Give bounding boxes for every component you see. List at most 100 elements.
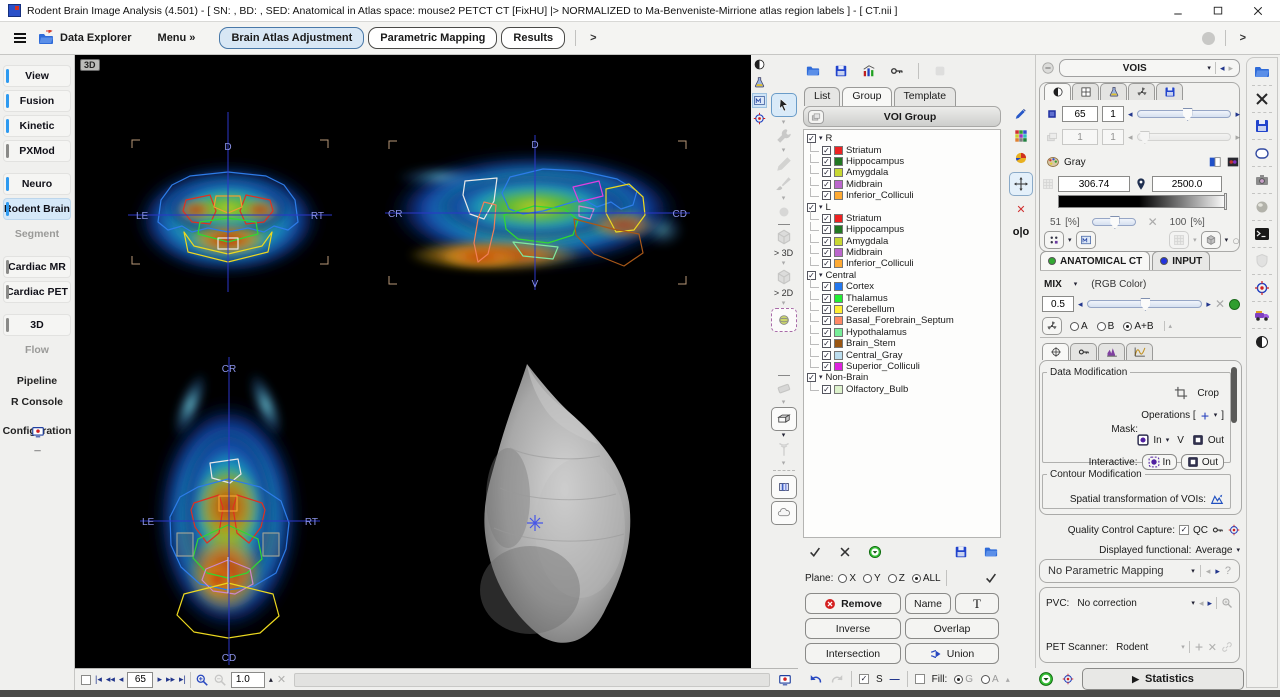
checkbox-icon[interactable]: ✓ <box>822 351 831 360</box>
slice-number-input[interactable] <box>127 672 153 688</box>
zoom-level-input[interactable] <box>231 672 265 688</box>
voi-item-row[interactable]: ✓Hippocampus <box>807 224 1000 235</box>
blend-caret[interactable]: ▴ <box>1169 322 1173 330</box>
configuration-icon[interactable] <box>31 425 45 439</box>
checkbox-icon[interactable]: ✓ <box>822 328 831 337</box>
expander-icon[interactable]: ▾ <box>819 204 823 211</box>
voi-item-row[interactable]: ✓Hypothalamus <box>807 327 1000 338</box>
sagittal-view[interactable]: D CR CD V <box>385 135 690 290</box>
clear-window-icon[interactable]: ✕ <box>1148 215 1158 229</box>
tab-save-view[interactable] <box>1156 83 1183 100</box>
voi-statistics-icon[interactable] <box>862 64 876 78</box>
checkbox-icon[interactable]: ✓ <box>822 237 831 246</box>
data-explorer-button[interactable]: Data Explorer <box>38 30 132 46</box>
slice-input[interactable] <box>1062 106 1098 122</box>
tab-crosshair-tools[interactable] <box>1042 343 1069 360</box>
label-map-icon[interactable] <box>1014 128 1029 143</box>
frame-icon[interactable] <box>1254 145 1270 161</box>
transfer-icon[interactable] <box>1254 307 1270 323</box>
sidebar-item-kinetic[interactable]: Kinetic <box>4 116 70 136</box>
checkbox-icon[interactable]: ✓ <box>822 180 831 189</box>
sidebar-item-pipeline[interactable]: Pipeline <box>4 373 70 389</box>
grow-3d-tool[interactable] <box>775 228 793 246</box>
eraser-tool[interactable] <box>775 379 793 397</box>
first-slice-button[interactable]: |◂ <box>95 674 102 685</box>
prev-slice-button[interactable]: ◂ <box>119 674 124 685</box>
slice-step-input[interactable] <box>1102 106 1124 122</box>
zoom-out-icon[interactable] <box>213 673 227 687</box>
voi-item-row[interactable]: ✓Olfactory_Bulb <box>807 384 1000 395</box>
volume-step-input[interactable] <box>1102 129 1124 145</box>
close-button[interactable] <box>1252 5 1264 17</box>
pvc-value[interactable]: No correction <box>1077 598 1187 609</box>
interpolate-tool[interactable] <box>771 475 797 499</box>
colormap-value[interactable]: Gray <box>1064 157 1086 168</box>
tool-caret[interactable]: ▾ <box>782 299 786 307</box>
pet-scanner-value[interactable]: Rodent <box>1116 642 1148 653</box>
tool-caret[interactable]: ▾ <box>782 398 786 406</box>
functional-value[interactable]: Average <box>1195 545 1232 556</box>
show-contours-checkbox[interactable]: ✓ <box>859 674 869 684</box>
tab-brain-atlas-adjustment[interactable]: Brain Atlas Adjustment <box>219 27 364 49</box>
voi-tab-group[interactable]: Group <box>842 87 891 106</box>
blend-option-a-b[interactable]: A+B <box>1123 321 1153 332</box>
sidebar-item-cardiac-pet[interactable]: Cardiac PET <box>4 282 70 302</box>
voi-tab-list[interactable]: List <box>804 87 840 106</box>
checkbox-icon[interactable]: ✓ <box>822 294 831 303</box>
interactive-out-button[interactable]: Out <box>1181 454 1224 470</box>
tab-parametric-mapping[interactable]: Parametric Mapping <box>368 27 497 49</box>
eraser-3d-tool[interactable] <box>771 407 797 431</box>
sidebar-item-flow[interactable]: Flow <box>4 340 70 360</box>
checkbox-icon[interactable]: ✓ <box>822 305 831 314</box>
remove-button[interactable]: Remove <box>805 593 901 614</box>
sidebar-item-3d[interactable]: 3D <box>4 315 70 335</box>
sidebar-item-cardiac-mr[interactable]: Cardiac MR <box>4 257 70 277</box>
invert-lut-icon[interactable] <box>1208 155 1222 169</box>
mask-in-label[interactable]: In <box>1153 435 1161 446</box>
console-icon[interactable] <box>1254 226 1270 242</box>
union-button[interactable]: Union <box>905 643 999 664</box>
tool-scrollbar[interactable] <box>1231 367 1237 423</box>
crop-button[interactable]: Crop <box>1192 387 1224 400</box>
checkbox-icon[interactable]: ✓ <box>822 146 831 155</box>
sphere-tool[interactable] <box>771 308 797 332</box>
grow-2d-tool[interactable] <box>775 268 793 286</box>
plane-option-z[interactable]: Z <box>888 573 905 584</box>
volume-slider[interactable] <box>1137 133 1232 141</box>
voi-item-row[interactable]: ✓Cortex <box>807 281 1000 292</box>
load-voi-icon[interactable] <box>806 64 820 78</box>
tab-results[interactable]: Results <box>501 27 565 49</box>
voi-item-row[interactable]: ✓Thalamus <box>807 292 1000 303</box>
display-mode-button[interactable] <box>1076 231 1096 249</box>
text-tool-button[interactable]: T <box>955 593 999 614</box>
checkbox-icon[interactable]: ✓ <box>822 259 831 268</box>
draw-tool[interactable] <box>775 155 793 173</box>
fast-forward-button[interactable]: ▸▸ <box>166 674 175 685</box>
tab-histogram-tools[interactable] <box>1098 343 1125 360</box>
volume-input[interactable] <box>1062 129 1098 145</box>
mix-clear-icon[interactable]: ✕ <box>1215 297 1225 311</box>
checkbox-icon[interactable]: ✓ <box>822 168 831 177</box>
voi-item-row[interactable]: ✓Striatum <box>807 144 1000 155</box>
key-icon[interactable] <box>890 64 904 78</box>
minimize-button[interactable] <box>1172 5 1184 17</box>
localize-icon[interactable] <box>1062 673 1074 685</box>
palette-icon[interactable] <box>1046 155 1060 169</box>
plane-option-x[interactable]: X <box>838 573 856 584</box>
blend-option-b[interactable]: B <box>1097 321 1115 332</box>
tool-caret[interactable]: ▾ <box>782 146 786 154</box>
color-blend-icon[interactable] <box>1014 150 1029 165</box>
shield-icon[interactable] <box>1254 253 1270 269</box>
sidebar-item-neuro[interactable]: Neuro <box>4 174 70 194</box>
redo-icon[interactable] <box>830 672 844 686</box>
slice-scrollbar[interactable] <box>294 673 770 687</box>
render-3d-view[interactable] <box>430 358 660 658</box>
auto-contour-tool[interactable] <box>771 501 797 525</box>
save-icon[interactable] <box>1254 118 1270 134</box>
cancel-icon[interactable] <box>838 545 852 559</box>
sidebar-item-fusion[interactable]: Fusion <box>4 91 70 111</box>
last-slice-button[interactable]: ▸| <box>179 674 186 685</box>
intersection-button[interactable]: Intersection <box>805 643 901 664</box>
level-pin-icon[interactable] <box>1134 177 1148 191</box>
next-slice-button[interactable]: ▸ <box>157 674 162 685</box>
